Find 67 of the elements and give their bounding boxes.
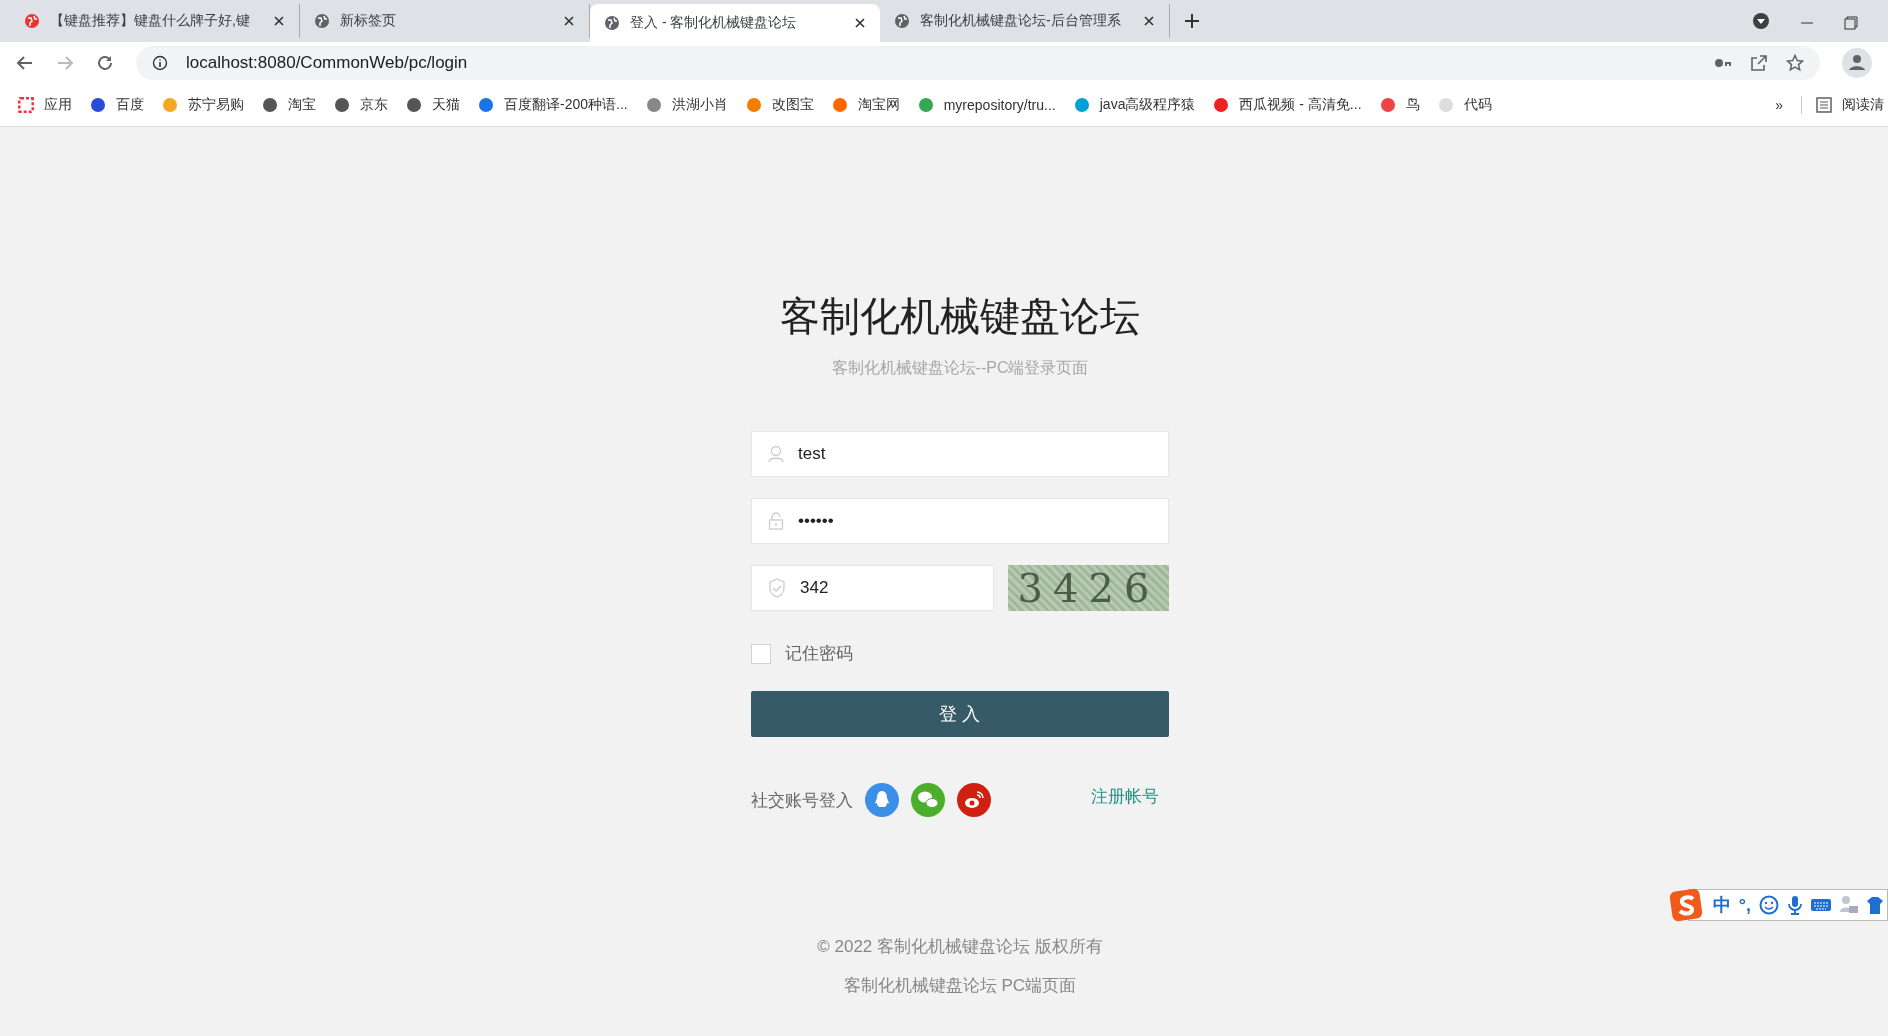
- penguin-icon[interactable]: [865, 783, 899, 817]
- bookmark[interactable]: 洪湖小肖: [645, 96, 728, 114]
- site-title: 客制化机械键盘论坛: [780, 292, 1140, 341]
- tab-search-icon[interactable]: [1752, 12, 1770, 30]
- shirt-icon[interactable]: [1867, 895, 1883, 915]
- smiley-icon[interactable]: [1759, 895, 1779, 915]
- close-icon[interactable]: [563, 15, 575, 27]
- tab-title: 登入 - 客制化机械键盘论坛: [630, 14, 798, 32]
- bookmark[interactable]: 淘宝: [262, 96, 316, 114]
- user-icon: [768, 445, 784, 463]
- bookmark[interactable]: 京东: [334, 96, 388, 114]
- bookmark[interactable]: 改图宝: [745, 96, 814, 114]
- chat-bubbles-icon[interactable]: [911, 783, 945, 817]
- close-icon[interactable]: [273, 15, 285, 27]
- lock-icon: [768, 512, 784, 530]
- bookmark[interactable]: 百度翻译-200种语...: [478, 96, 628, 114]
- browser-tab[interactable]: 【键盘推荐】键盘什么牌子好,键: [10, 4, 300, 38]
- info-icon: [152, 55, 168, 71]
- footer-text: © 2022 客制化机械键盘论坛 版权所有: [817, 936, 1103, 958]
- url-text: localhost:8080/CommonWeb/pc/login: [186, 53, 468, 73]
- tab-title: 客制化机械键盘论坛-后台管理系: [920, 12, 1122, 30]
- bookmark[interactable]: 苏宁易购: [162, 96, 244, 114]
- bookmark[interactable]: java高级程序猿: [1073, 96, 1196, 114]
- password-field[interactable]: ••••••: [751, 498, 1169, 544]
- ime-punctuation[interactable]: °,: [1738, 894, 1751, 916]
- bookmark[interactable]: 百度: [90, 96, 144, 114]
- remember-label: 记住密码: [785, 643, 853, 665]
- close-icon[interactable]: [854, 17, 866, 29]
- bookmark[interactable]: myrepository/tru...: [917, 97, 1056, 113]
- tab-title: 新标签页: [340, 12, 397, 30]
- footer-text: 客制化机械键盘论坛 PC端页面: [843, 975, 1077, 997]
- browser-tab[interactable]: 登入 - 客制化机械键盘论坛: [590, 4, 880, 42]
- shield-icon: [768, 578, 786, 598]
- bookmark[interactable]: 天猫: [406, 96, 460, 114]
- new-tab-icon[interactable]: [1184, 13, 1200, 29]
- social-login-label: 社交账号登入: [751, 789, 853, 812]
- reading-list[interactable]: 阅读清: [1801, 96, 1884, 114]
- bookmark[interactable]: 西瓜视频 - 高清免...: [1213, 96, 1362, 114]
- bookmark[interactable]: 鸟: [1379, 96, 1420, 114]
- ime-mode[interactable]: 中: [1712, 893, 1731, 917]
- restore-icon[interactable]: [1844, 16, 1858, 30]
- address-bar[interactable]: localhost:8080/CommonWeb/pc/login: [136, 46, 1820, 80]
- share-icon[interactable]: [1750, 54, 1768, 72]
- captcha-field[interactable]: 342: [751, 565, 994, 611]
- keyboard-icon[interactable]: [1811, 897, 1831, 913]
- bookmarks-overflow[interactable]: »: [1775, 97, 1783, 113]
- bookmark[interactable]: 应用: [18, 96, 72, 114]
- username-field[interactable]: test: [751, 431, 1169, 477]
- tab-title: 【键盘推荐】键盘什么牌子好,键: [50, 12, 251, 30]
- bookmark[interactable]: 淘宝网: [831, 96, 900, 114]
- eye-swirl-icon[interactable]: [957, 783, 991, 817]
- remember-checkbox[interactable]: [751, 643, 771, 664]
- login-button[interactable]: 登 入: [751, 691, 1169, 737]
- list-icon: [1816, 97, 1832, 113]
- page-subtitle: 客制化机械键盘论坛--PC端登录页面: [831, 358, 1089, 378]
- key-icon[interactable]: [1714, 57, 1732, 69]
- browser-tab[interactable]: 新标签页: [300, 4, 590, 38]
- microphone-icon[interactable]: [1787, 895, 1803, 915]
- browser-tab[interactable]: 客制化机械键盘论坛-后台管理系: [880, 4, 1170, 38]
- close-icon[interactable]: [1143, 15, 1155, 27]
- captcha-image[interactable]: 3426: [1008, 565, 1169, 611]
- reload-icon[interactable]: [96, 54, 114, 72]
- profile-icon[interactable]: [1842, 48, 1872, 78]
- bookmark[interactable]: 代码: [1437, 96, 1492, 114]
- ime-logo-icon[interactable]: [1668, 888, 1705, 922]
- star-icon[interactable]: [1786, 54, 1804, 72]
- back-icon[interactable]: [16, 54, 34, 72]
